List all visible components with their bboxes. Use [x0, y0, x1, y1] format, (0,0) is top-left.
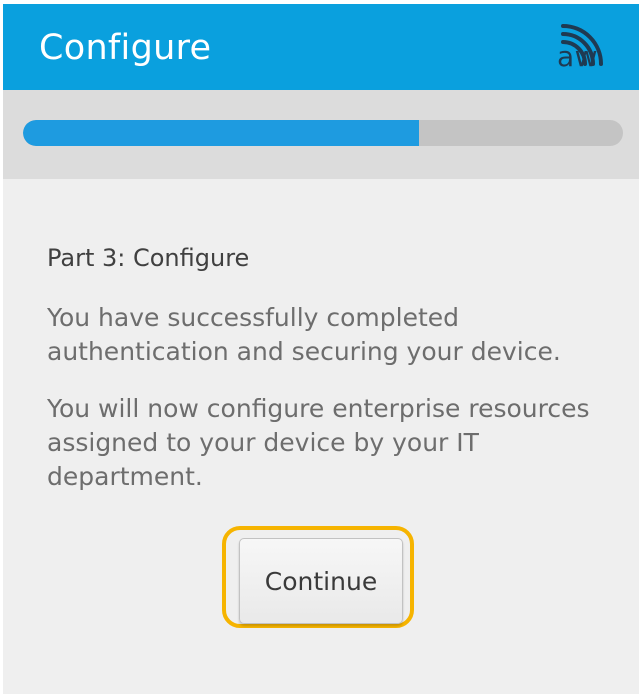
app-bar: Configure aw [3, 4, 639, 90]
screen: Configure aw Part 3: Configure You have … [3, 4, 639, 694]
progress-bar [23, 120, 623, 146]
success-message: You have successfully completed authenti… [47, 303, 561, 366]
configure-message: You will now configure enterprise resour… [47, 394, 590, 491]
progress-bar-fill [23, 120, 419, 146]
airwatch-logo-text: aw [557, 40, 599, 73]
step-heading: Part 3: Configure [47, 244, 250, 272]
continue-button[interactable]: Continue [239, 538, 403, 624]
page-title: Configure [39, 28, 212, 68]
